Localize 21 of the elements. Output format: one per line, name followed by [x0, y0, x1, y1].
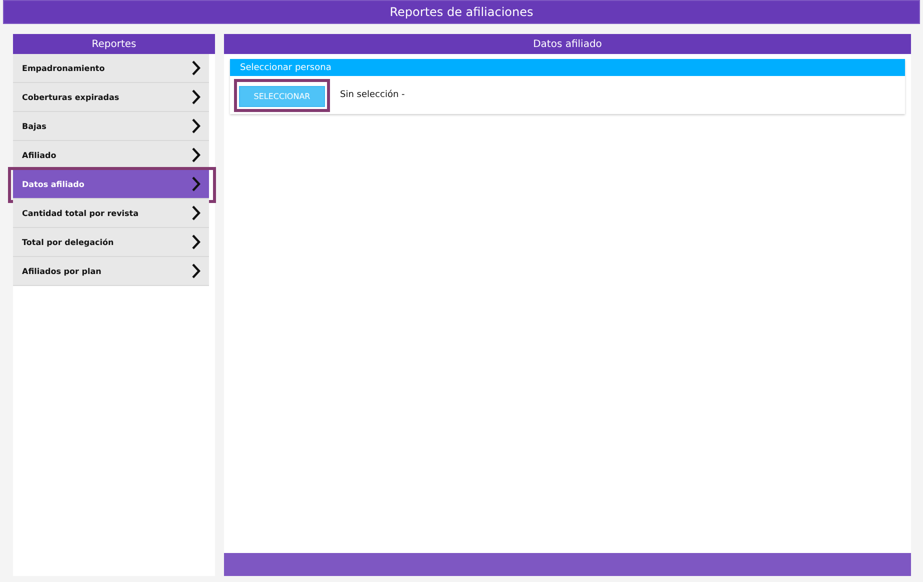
- chevron-right-icon: [191, 118, 201, 134]
- sidebar-item[interactable]: Afiliado: [13, 141, 209, 170]
- sidebar-item[interactable]: Datos afiliado: [13, 170, 209, 199]
- chevron-right-icon: [191, 60, 201, 76]
- chevron-right-icon: [191, 263, 201, 279]
- section-title: Seleccionar persona: [240, 62, 332, 72]
- sidebar-item[interactable]: Coberturas expiradas: [13, 83, 209, 112]
- chevron-right-icon: [191, 147, 201, 163]
- sidebar-item[interactable]: Bajas: [13, 112, 209, 141]
- chevron-right-icon: [191, 205, 201, 221]
- sidebar-item[interactable]: Afiliados por plan: [13, 257, 209, 286]
- sidebar-item[interactable]: Cantidad total por revista: [13, 199, 209, 228]
- chevron-right-icon: [191, 176, 201, 192]
- panel-title: Reportes: [92, 38, 136, 50]
- selection-value: Sin selección -: [340, 90, 405, 100]
- panel-title: Datos afiliado: [533, 38, 602, 50]
- sidebar-item[interactable]: Total por delegación: [13, 228, 209, 257]
- sidebar-item[interactable]: Empadronamiento: [13, 54, 209, 83]
- chevron-right-icon: [191, 234, 201, 250]
- page-title: Reportes de afiliaciones: [390, 5, 534, 19]
- chevron-right-icon: [191, 89, 201, 105]
